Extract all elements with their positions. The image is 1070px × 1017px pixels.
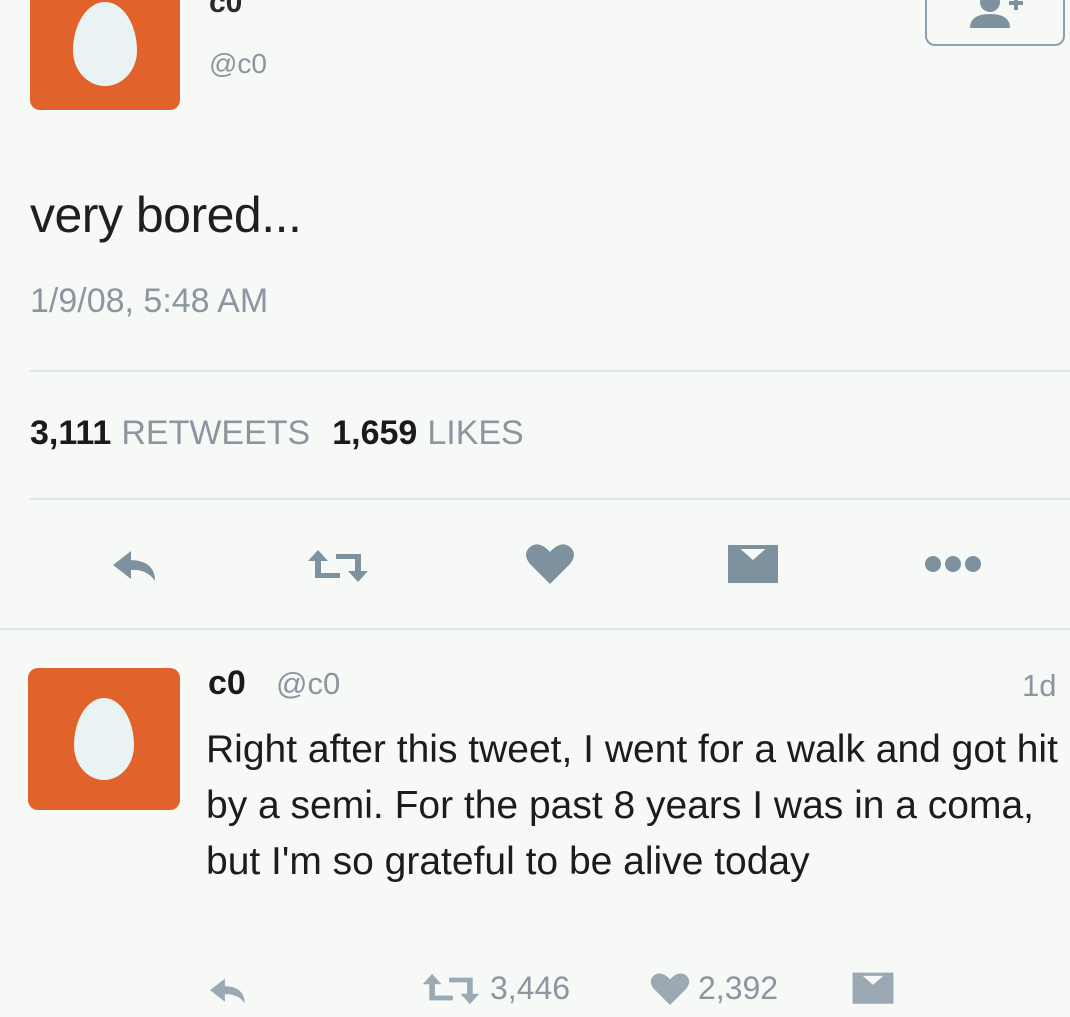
reply-display-name[interactable]: c0 xyxy=(208,664,246,703)
egg-avatar-icon xyxy=(74,698,134,780)
tweet-text: very bored... xyxy=(30,187,302,243)
egg-avatar-icon xyxy=(73,2,137,86)
retweet-button[interactable] xyxy=(304,546,372,586)
like-button[interactable] xyxy=(522,540,578,588)
retweet-icon xyxy=(308,550,368,582)
reply-time[interactable]: 1d xyxy=(1022,668,1056,704)
reply-retweet-button[interactable]: 3,446 xyxy=(420,970,570,1007)
retweets-label[interactable]: RETWEETS xyxy=(121,414,310,453)
follow-button[interactable] xyxy=(925,0,1065,46)
user-handle[interactable]: @c0 xyxy=(209,48,267,80)
reply-icon xyxy=(113,551,155,581)
more-icon xyxy=(925,556,981,572)
message-icon xyxy=(728,545,778,583)
reply-avatar[interactable] xyxy=(28,668,180,810)
display-name[interactable]: c0 xyxy=(209,0,242,20)
tweet-stats: 3,111 RETWEETS 1,659 LIKES xyxy=(30,414,546,453)
follow-user-icon xyxy=(970,0,1023,28)
heart-icon xyxy=(526,544,574,584)
reply-likes-count: 2,392 xyxy=(698,970,779,1006)
likes-count[interactable]: 1,659 xyxy=(332,414,417,453)
divider xyxy=(0,628,1070,630)
reply-like-button[interactable]: 2,392 xyxy=(650,970,778,1007)
reply-message-button[interactable] xyxy=(850,970,896,1008)
retweets-count[interactable]: 3,111 xyxy=(30,414,111,453)
reply-retweets-count: 3,446 xyxy=(490,970,571,1006)
retweet-icon xyxy=(422,973,480,1004)
reply-icon xyxy=(210,978,245,1004)
message-button[interactable] xyxy=(724,540,782,590)
reply-reply-button[interactable] xyxy=(206,976,252,1006)
reply-text: Right after this tweet, I went for a wal… xyxy=(206,728,1058,883)
divider xyxy=(30,370,1070,372)
likes-label[interactable]: LIKES xyxy=(427,414,523,453)
reply-handle[interactable]: @c0 xyxy=(276,666,340,702)
divider xyxy=(30,498,1070,500)
heart-icon xyxy=(650,972,690,1005)
avatar[interactable] xyxy=(30,0,180,110)
tweet-timestamp[interactable]: 1/9/08, 5:48 AM xyxy=(30,282,268,321)
reply-button[interactable] xyxy=(108,546,164,586)
more-button[interactable] xyxy=(922,552,984,576)
message-icon xyxy=(852,972,894,1004)
